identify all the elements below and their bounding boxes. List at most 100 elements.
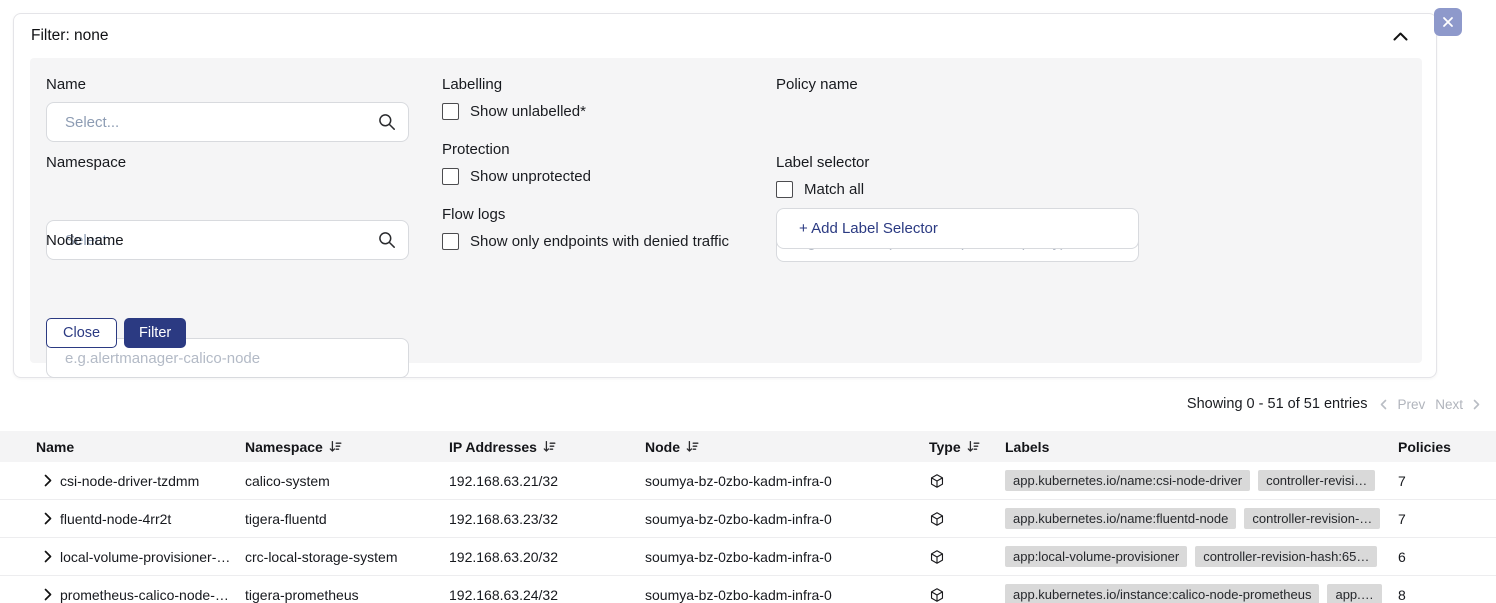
expand-row-button[interactable] <box>36 472 60 489</box>
flow-logs-section-label: Flow logs <box>442 206 505 223</box>
endpoint-node: soumya-bz-0zbo-kadm-infra-0 <box>645 587 929 603</box>
label-chip: app:local-volume-provisioner <box>1005 546 1187 567</box>
label-chip: app.… <box>1327 584 1381 603</box>
filter-panel-title: Filter: none <box>31 27 109 45</box>
endpoint-namespace: calico-system <box>245 473 449 489</box>
filter-panel: Filter: none Name Namespace Node name <box>13 13 1437 378</box>
filter-form: Name Namespace Node name Close Filter La… <box>30 58 1422 363</box>
filter-button[interactable]: Filter <box>124 318 186 348</box>
label-chip: app.kubernetes.io/name:csi-node-driver <box>1005 470 1250 491</box>
show-unlabelled-checkbox[interactable]: Show unlabelled* <box>442 103 586 120</box>
sort-icon[interactable] <box>543 440 556 453</box>
labels-cell: app.kubernetes.io/name:fluentd-node cont… <box>1005 508 1398 529</box>
policies-count: 8 <box>1398 587 1496 603</box>
policies-count: 6 <box>1398 549 1496 565</box>
endpoint-namespace: tigera-fluentd <box>245 511 449 527</box>
match-all-checkbox[interactable]: Match all <box>776 181 864 198</box>
next-page-chevron[interactable] <box>1473 399 1480 410</box>
table-row[interactable]: local-volume-provisioner-… crc-local-sto… <box>0 538 1496 576</box>
table-row[interactable]: prometheus-calico-node-… tigera-promethe… <box>0 576 1496 603</box>
endpoint-ip: 192.168.63.20/32 <box>449 549 645 565</box>
chevron-right-icon <box>44 513 52 528</box>
checkbox-box[interactable] <box>442 103 459 120</box>
protection-section-label: Protection <box>442 141 510 158</box>
showing-entries-text: Showing 0 - 51 of 51 entries <box>1187 396 1368 412</box>
expand-row-button[interactable] <box>36 586 60 603</box>
endpoint-name: local-volume-provisioner-… <box>60 549 245 565</box>
endpoint-name: prometheus-calico-node-… <box>60 587 245 603</box>
endpoint-namespace: tigera-prometheus <box>245 587 449 603</box>
endpoint-node: soumya-bz-0zbo-kadm-infra-0 <box>645 473 929 489</box>
endpoint-node: soumya-bz-0zbo-kadm-infra-0 <box>645 511 929 527</box>
namespace-field-label: Namespace <box>46 154 126 171</box>
endpoint-ip: 192.168.63.23/32 <box>449 511 645 527</box>
chevron-right-icon <box>1473 398 1480 413</box>
label-chip: controller-revisi… <box>1258 470 1375 491</box>
label-chip: app.kubernetes.io/instance:calico-node-p… <box>1005 584 1319 603</box>
checkbox-label: Show unprotected <box>470 168 591 185</box>
checkbox-label: Match all <box>804 181 864 198</box>
policies-count: 7 <box>1398 511 1496 527</box>
pagination-bar: Showing 0 - 51 of 51 entries Prev Next <box>1187 396 1480 412</box>
show-unprotected-checkbox[interactable]: Show unprotected <box>442 168 591 185</box>
label-chip: controller-revision-hash:65… <box>1195 546 1377 567</box>
close-button[interactable]: Close <box>46 318 117 348</box>
endpoint-name: fluentd-node-4rr2t <box>60 511 245 527</box>
chevron-right-icon <box>44 551 52 566</box>
checkbox-label: Show unlabelled* <box>470 103 586 120</box>
name-select-input[interactable] <box>46 102 409 142</box>
table-header-row: Name Namespace IP Addresses Node Type La… <box>0 431 1496 462</box>
expand-row-button[interactable] <box>36 510 60 527</box>
endpoint-name: csi-node-driver-tzdmm <box>60 473 245 489</box>
policy-name-field-label: Policy name <box>776 76 858 93</box>
sort-icon[interactable] <box>686 440 699 453</box>
pod-type-icon <box>929 549 1005 565</box>
dismiss-filter-button[interactable] <box>1434 8 1462 36</box>
collapse-panel-button[interactable] <box>1391 30 1410 43</box>
sort-icon[interactable] <box>967 440 980 453</box>
pod-type-icon <box>929 587 1005 603</box>
chevron-right-icon <box>44 475 52 490</box>
column-header-name: Name <box>36 439 245 455</box>
endpoint-ip: 192.168.63.24/32 <box>449 587 645 603</box>
labelling-section-label: Labelling <box>442 76 502 93</box>
next-page-button[interactable]: Next <box>1435 397 1463 412</box>
expand-row-button[interactable] <box>36 548 60 565</box>
node-name-field-label: Node name <box>46 232 124 249</box>
prev-page-chevron[interactable] <box>1380 399 1387 410</box>
close-icon <box>1442 16 1454 31</box>
chevron-left-icon <box>1380 398 1387 413</box>
column-header-namespace[interactable]: Namespace <box>245 439 449 455</box>
column-header-node[interactable]: Node <box>645 439 929 455</box>
table-row[interactable]: csi-node-driver-tzdmm calico-system 192.… <box>0 462 1496 500</box>
endpoints-table: Name Namespace IP Addresses Node Type La… <box>0 431 1496 603</box>
checkbox-box[interactable] <box>442 233 459 250</box>
label-chip: controller-revision-… <box>1244 508 1380 529</box>
label-selector-section-label: Label selector <box>776 154 869 171</box>
filter-panel-header: Filter: none <box>14 14 1436 45</box>
policies-count: 7 <box>1398 473 1496 489</box>
label-chip: app.kubernetes.io/name:fluentd-node <box>1005 508 1236 529</box>
pod-type-icon <box>929 473 1005 489</box>
labels-cell: app.kubernetes.io/name:csi-node-driver c… <box>1005 470 1398 491</box>
checkbox-box[interactable] <box>776 181 793 198</box>
chevron-right-icon <box>44 589 52 603</box>
checkbox-box[interactable] <box>442 168 459 185</box>
labels-cell: app:local-volume-provisioner controller-… <box>1005 546 1398 567</box>
table-row[interactable]: fluentd-node-4rr2t tigera-fluentd 192.16… <box>0 500 1496 538</box>
checkbox-label: Show only endpoints with denied traffic <box>470 233 729 250</box>
endpoint-node: soumya-bz-0zbo-kadm-infra-0 <box>645 549 929 565</box>
prev-page-button[interactable]: Prev <box>1397 397 1425 412</box>
sort-icon[interactable] <box>329 440 342 453</box>
endpoint-namespace: crc-local-storage-system <box>245 549 449 565</box>
denied-traffic-checkbox[interactable]: Show only endpoints with denied traffic <box>442 233 729 250</box>
column-header-ip-addresses[interactable]: IP Addresses <box>449 439 645 455</box>
labels-cell: app.kubernetes.io/instance:calico-node-p… <box>1005 584 1398 603</box>
name-field-label: Name <box>46 76 86 93</box>
endpoint-ip: 192.168.63.21/32 <box>449 473 645 489</box>
chevron-up-icon <box>1393 29 1408 44</box>
add-label-selector-button[interactable]: + Add Label Selector <box>776 208 1139 249</box>
column-header-type[interactable]: Type <box>929 439 1005 455</box>
column-header-policies: Policies <box>1398 439 1496 455</box>
column-header-labels: Labels <box>1005 439 1398 455</box>
